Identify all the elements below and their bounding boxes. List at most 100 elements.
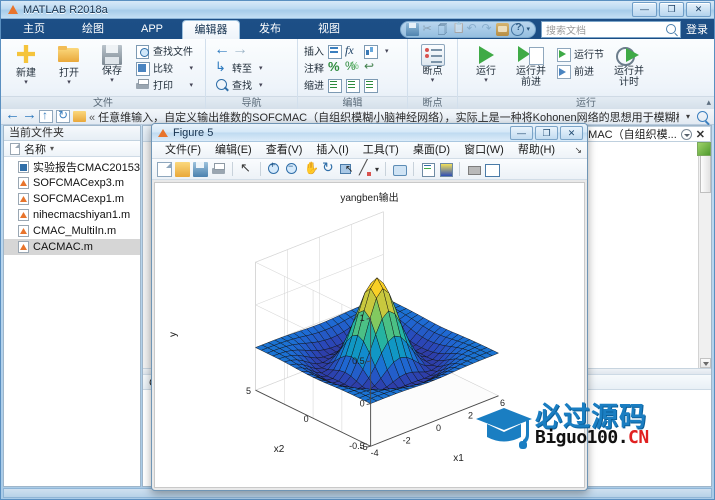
list-item[interactable]: nihecmacshiyan1.m <box>4 207 140 223</box>
cut-icon[interactable] <box>421 22 434 36</box>
menu-help[interactable]: 帮助(H) <box>511 142 562 158</box>
maximize-button[interactable]: ❐ <box>659 2 684 17</box>
up-folder-icon[interactable] <box>39 108 53 123</box>
back-icon[interactable] <box>5 106 20 123</box>
new-button-caret[interactable]: ▾ <box>6 79 46 86</box>
run-time-button[interactable]: 运行并 计时 <box>607 42 651 88</box>
indent-row[interactable]: 缩进 <box>304 77 389 93</box>
path-dropdown-icon[interactable]: ▾ <box>682 112 694 121</box>
vertical-scrollbar[interactable] <box>698 142 711 368</box>
chart-icon[interactable] <box>363 44 378 59</box>
new-figure-icon[interactable] <box>157 161 172 177</box>
tab-editor[interactable]: 编辑器 <box>182 20 240 39</box>
undo-icon[interactable] <box>466 21 479 36</box>
save-button-caret[interactable]: ▾ <box>92 77 132 84</box>
hide-plot-tools-icon[interactable] <box>466 162 482 177</box>
insert-icon[interactable] <box>327 44 342 59</box>
goto-caret[interactable]: ▾ <box>255 64 263 72</box>
figure-maximize-button[interactable]: ❐ <box>535 125 558 140</box>
compare-caret[interactable]: ▾ <box>185 64 193 72</box>
scrollbar-thumb[interactable] <box>699 155 711 193</box>
run-button[interactable]: 运行 ▾ <box>466 42 506 84</box>
legend-icon[interactable] <box>420 162 436 177</box>
rotate-3d-icon[interactable] <box>321 159 336 177</box>
figure-canvas[interactable]: yangben输出 -0.5 0 0.5 1 5 0 -5 -4 -2 0 2 6 x2 x1 y <box>154 182 585 488</box>
path-search-icon[interactable] <box>697 111 708 122</box>
refresh-icon[interactable] <box>56 108 70 123</box>
brush-icon[interactable] <box>357 159 372 177</box>
find-caret[interactable]: ▾ <box>255 81 263 89</box>
advance-button[interactable]: 前进 <box>556 63 604 79</box>
arrow-right-icon[interactable] <box>232 41 248 59</box>
zoom-in-icon[interactable] <box>267 160 282 177</box>
indent-left-icon[interactable] <box>363 78 378 93</box>
print-caret[interactable]: ▾ <box>185 81 193 89</box>
help-icon[interactable] <box>511 22 525 36</box>
signin-button[interactable]: 登录 <box>686 21 708 37</box>
copy-icon[interactable] <box>436 23 449 40</box>
quick-access-caret[interactable]: ▾ <box>526 25 530 33</box>
menu-view[interactable]: 查看(V) <box>259 142 310 158</box>
list-item[interactable]: SOFCMACexp1.m <box>4 191 140 207</box>
menu-file[interactable]: 文件(F) <box>158 142 208 158</box>
data-cursor-icon[interactable] <box>339 162 354 177</box>
forward-icon[interactable] <box>22 106 37 123</box>
list-item[interactable]: 实验报告CMAC2015302100 <box>4 159 140 175</box>
close-icon[interactable]: ✕ <box>696 128 705 141</box>
zoom-out-icon[interactable] <box>285 161 300 177</box>
browse-folder-icon[interactable] <box>496 22 510 36</box>
menu-window[interactable]: 窗口(W) <box>457 142 511 158</box>
brush-caret-icon[interactable]: ▾ <box>375 165 379 174</box>
tab-apps[interactable]: APP <box>123 20 181 39</box>
list-item[interactable]: CMAC_MultiIn.m <box>4 223 140 239</box>
fx-icon[interactable] <box>345 43 360 58</box>
save-button[interactable]: 保存 ▾ <box>92 42 132 84</box>
print-button[interactable]: 打印 ▾ <box>135 77 193 92</box>
menu-tools[interactable]: 工具(T) <box>356 142 406 158</box>
run-section-button[interactable]: 运行节 <box>556 46 604 62</box>
indent-right-icon[interactable] <box>345 78 360 93</box>
save-figure-icon[interactable] <box>193 161 208 177</box>
indent-smart-icon[interactable] <box>327 78 342 93</box>
menu-insert[interactable]: 插入(I) <box>309 142 355 158</box>
insert-caret[interactable]: ▾ <box>381 47 389 55</box>
colorbar-icon[interactable] <box>438 162 454 177</box>
search-input[interactable]: 搜索文档 <box>541 20 681 38</box>
open-file-icon[interactable] <box>175 161 190 177</box>
open-button[interactable]: 打开 ▾ <box>49 42 89 86</box>
list-item[interactable]: SOFCMACexp3.m <box>4 175 140 191</box>
percent-icon[interactable] <box>327 59 342 75</box>
insert-row[interactable]: 插入 ▾ <box>304 43 389 59</box>
close-button[interactable]: ✕ <box>686 2 711 17</box>
tab-view[interactable]: 视图 <box>300 20 358 39</box>
sort-caret-icon[interactable]: ▾ <box>50 144 54 153</box>
tab-home[interactable]: 主页 <box>5 20 63 39</box>
figure-minimize-button[interactable]: — <box>510 125 533 140</box>
navigate-back-forward[interactable] <box>214 41 263 59</box>
percent-block-icon[interactable] <box>345 59 360 75</box>
compare-button[interactable]: 比较 ▾ <box>135 60 193 76</box>
link-data-icon[interactable] <box>392 162 408 177</box>
redo-icon[interactable] <box>481 21 494 36</box>
goto-button[interactable]: 转至 ▾ <box>214 59 263 76</box>
pan-icon[interactable] <box>303 161 319 177</box>
new-button[interactable]: 新建 ▾ <box>6 42 46 86</box>
file-list[interactable]: 实验报告CMAC2015302100 SOFCMACexp3.m SOFCMAC… <box>4 157 140 486</box>
run-caret[interactable]: ▾ <box>466 77 506 84</box>
breakpoints-caret[interactable]: ▾ <box>413 77 452 84</box>
find-button[interactable]: 查找 ▾ <box>214 77 263 92</box>
minimize-button[interactable]: — <box>632 2 657 17</box>
print-figure-icon[interactable] <box>211 162 226 177</box>
find-files-button[interactable]: 查找文件 <box>135 43 193 59</box>
menu-overflow-icon[interactable]: ↘ <box>574 145 582 156</box>
open-button-caret[interactable]: ▾ <box>49 79 89 86</box>
ribbon-collapse-icon[interactable]: ▴ <box>706 97 711 108</box>
code-analyzer-indicator[interactable] <box>697 142 711 156</box>
list-item-selected[interactable]: CACMAC.m <box>4 239 140 255</box>
arrow-left-icon[interactable] <box>214 41 230 59</box>
scroll-down-icon[interactable] <box>699 358 711 368</box>
save-icon[interactable] <box>406 22 420 36</box>
breakpoints-button[interactable]: 断点 ▾ <box>413 42 452 84</box>
menu-desktop[interactable]: 桌面(D) <box>406 142 457 158</box>
chevron-down-icon[interactable] <box>680 128 692 140</box>
